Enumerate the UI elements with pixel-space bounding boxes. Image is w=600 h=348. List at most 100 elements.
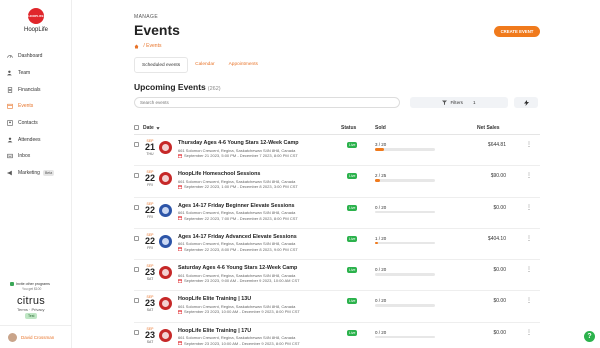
row-checkbox[interactable] <box>134 267 139 273</box>
more-actions-icon[interactable]: ⋮ <box>526 330 532 336</box>
sold-count: 0 / 20 <box>375 298 387 304</box>
sidebar-item-inbox[interactable]: Inbox <box>0 148 72 165</box>
search-input[interactable] <box>134 97 400 108</box>
sidebar-item-contacts[interactable]: Contacts <box>0 115 72 132</box>
event-address: 661 Solomon Crescent, Regina, Saskatchew… <box>178 241 296 247</box>
status-badge: Live <box>347 267 358 274</box>
select-all-checkbox[interactable] <box>134 125 139 130</box>
breadcrumb-events[interactable]: Events <box>146 43 161 49</box>
event-day: 23 <box>144 329 155 340</box>
row-checkbox[interactable] <box>134 329 139 335</box>
breadcrumb: / Events <box>134 43 161 49</box>
tab-calendar[interactable]: Calendar <box>188 57 221 73</box>
calendar-icon <box>178 216 182 221</box>
sidebar-item-financials[interactable]: Financials <box>0 81 72 98</box>
gauge-icon <box>7 55 13 59</box>
event-weekday: SAT <box>146 339 154 344</box>
event-name[interactable]: Thursday Ages 4-6 Young Stars 12-Week Ca… <box>178 140 299 146</box>
row-checkbox[interactable] <box>134 142 139 147</box>
event-address: 661 Solomon Crescent, Regina, Saskatchew… <box>178 272 296 278</box>
table-row[interactable]: SEP 22 FRI Ages 14-17 Friday Beginner El… <box>134 198 540 229</box>
event-time-text: September 23 2023, 10:00 AM - December 9… <box>184 309 300 315</box>
sold-progress-bar <box>375 210 435 214</box>
event-day: 22 <box>144 235 155 246</box>
sold-progress-bar <box>375 179 435 182</box>
sidebar-item-marketing[interactable]: Marketing Beta <box>0 165 72 182</box>
sidebar-item-team[interactable]: Team <box>0 65 72 82</box>
event-name[interactable]: HoopLife Elite Training | 17U <box>178 328 251 334</box>
event-name[interactable]: Saturday Ages 4-6 Young Stars 12-Week Ca… <box>178 265 297 271</box>
tab-bar: Scheduled events Calendar Appointments <box>134 57 265 73</box>
table-row[interactable]: SEP 22 FRI Ages 14-17 Friday Advanced El… <box>134 229 540 261</box>
main-content: MANAGE Events / Events CREATE EVENT Sche… <box>72 0 600 348</box>
brand[interactable]: HOOPLIFE HoopLife <box>0 8 72 33</box>
tab-scheduled-events[interactable]: Scheduled events <box>134 57 189 73</box>
net-sales: $0.00 <box>493 298 506 305</box>
event-name[interactable]: HoopLife Elite Training | 13U <box>178 296 251 302</box>
invite-subtitle: You get $100 <box>22 287 42 292</box>
event-time: September 23 2023, 9:00 AM - December 9 … <box>178 278 300 283</box>
event-time-text: September 23 2023, 10:00 AM - December 9… <box>184 340 300 346</box>
row-checkbox[interactable] <box>134 298 139 304</box>
event-thumbnail <box>159 203 172 217</box>
more-actions-icon[interactable]: ⋮ <box>526 205 532 211</box>
test-badge: Test <box>25 313 38 319</box>
legal-links[interactable]: Terms · Privacy <box>17 307 45 312</box>
sidebar-item-label: Marketing <box>18 170 40 177</box>
create-event-button[interactable]: CREATE EVENT <box>494 26 540 37</box>
sold-progress-bar <box>375 304 435 307</box>
row-checkbox[interactable] <box>134 235 139 241</box>
event-name[interactable]: Ages 14-17 Friday Advanced Elevate Sessi… <box>178 234 297 240</box>
table-row[interactable]: SEP 22 FRI HoopLife Homeschool Sessions … <box>134 166 540 198</box>
event-weekday: FRI <box>147 214 153 219</box>
sidebar-item-dashboard[interactable]: Dashboard <box>0 48 72 65</box>
more-actions-icon[interactable]: ⋮ <box>526 298 532 304</box>
more-actions-icon[interactable]: ⋮ <box>526 267 532 273</box>
tab-appointments[interactable]: Appointments <box>222 57 265 73</box>
sold-progress-bar <box>375 273 435 276</box>
event-name[interactable]: Ages 14-17 Friday Beginner Elevate Sessi… <box>178 203 295 209</box>
table-header: Date Status Sold Net Sales <box>134 121 540 135</box>
event-address: 661 Solomon Crescent, Regina, Saskatchew… <box>178 147 296 153</box>
event-day: 23 <box>144 267 155 278</box>
invite-programs[interactable]: Invite other programs You get $100 <box>10 282 50 291</box>
help-button[interactable]: ? <box>584 331 595 342</box>
sold-count: 2 / 25 <box>375 173 387 179</box>
table-row[interactable]: SEP 23 SAT HoopLife Elite Training | 13U… <box>134 291 540 323</box>
event-time: September 22 2023, 1:00 PM - December 8 … <box>178 184 298 189</box>
column-date[interactable]: Date <box>143 125 154 131</box>
calendar-icon <box>178 247 182 252</box>
sidebar-item-events[interactable]: Events <box>0 98 72 115</box>
filters-label: Filters <box>450 100 463 105</box>
table-row[interactable]: SEP 21 THU Thursday Ages 4-6 Young Stars… <box>134 135 540 167</box>
user-profile[interactable]: David Crossman <box>0 325 72 348</box>
event-name[interactable]: HoopLife Homeschool Sessions <box>178 171 260 177</box>
quick-actions-button[interactable] <box>514 97 538 108</box>
row-checkbox[interactable] <box>134 204 139 210</box>
sold-count: 0 / 20 <box>375 329 387 335</box>
more-actions-icon[interactable]: ⋮ <box>526 173 532 179</box>
event-day: 21 <box>144 142 155 152</box>
net-sales: $0.00 <box>493 329 506 336</box>
filters-button[interactable]: Filters 1 <box>410 97 508 108</box>
sidebar-item-attendees[interactable]: Attendees <box>0 131 72 148</box>
table-row[interactable]: SEP 23 SAT HoopLife Elite Training | 17U… <box>134 323 540 348</box>
home-icon[interactable] <box>134 44 139 49</box>
row-checkbox[interactable] <box>134 173 139 179</box>
page-eyebrow: MANAGE <box>134 14 159 20</box>
sidebar-item-label: Contacts <box>18 120 38 127</box>
sold-count: 1 / 20 <box>375 235 387 241</box>
more-actions-icon[interactable]: ⋮ <box>526 236 532 242</box>
event-day: 23 <box>144 298 155 309</box>
event-time-text: September 22 2023, 7:00 PM - December 8 … <box>184 215 298 221</box>
event-address: 661 Solomon Crescent, Regina, Saskatchew… <box>178 210 296 216</box>
net-sales: $644.81 <box>487 142 506 148</box>
users-icon <box>7 70 12 76</box>
sort-arrow-icon[interactable] <box>156 126 160 130</box>
more-actions-icon[interactable]: ⋮ <box>526 142 532 148</box>
event-date: SEP 22 FRI <box>143 170 157 187</box>
event-address: 661 Solomon Crescent, Regina, Saskatchew… <box>178 178 296 184</box>
sold-progress-bar <box>375 148 435 151</box>
event-date: SEP 23 SAT <box>143 327 157 344</box>
table-row[interactable]: SEP 23 SAT Saturday Ages 4-6 Young Stars… <box>134 260 540 292</box>
